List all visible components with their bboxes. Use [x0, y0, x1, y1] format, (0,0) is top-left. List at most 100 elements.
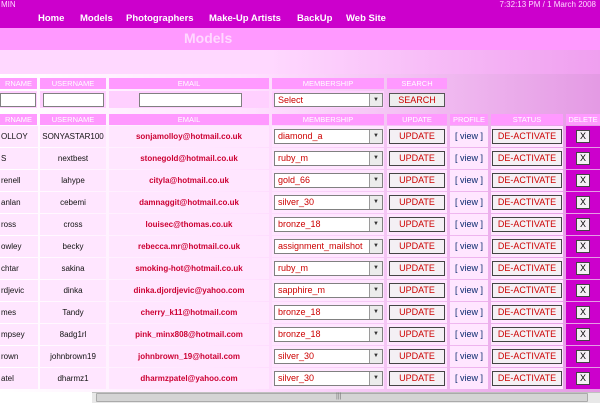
membership-select[interactable]: bronze_18 ▼ — [274, 217, 383, 232]
view-profile-link[interactable]: [ view ] — [450, 236, 488, 257]
deactivate-button[interactable]: DE-ACTIVATE — [492, 327, 562, 342]
nav-photographers[interactable]: Photographers — [126, 10, 194, 28]
update-button[interactable]: UPDATE — [389, 327, 445, 342]
deactivate-button[interactable]: DE-ACTIVATE — [492, 239, 562, 254]
update-button[interactable]: UPDATE — [389, 283, 445, 298]
view-profile-link[interactable]: [ view ] — [450, 280, 488, 301]
delete-button[interactable]: X — [576, 218, 590, 231]
cell-username: 8adg1rl — [40, 324, 106, 345]
cell-rname: mpsey — [0, 324, 38, 345]
update-button[interactable]: UPDATE — [389, 239, 445, 254]
header-update: UPDATE — [387, 114, 447, 125]
deactivate-button[interactable]: DE-ACTIVATE — [492, 371, 562, 386]
header-delete: DELETE — [566, 114, 600, 125]
view-profile-link[interactable]: [ view ] — [450, 192, 488, 213]
deactivate-button[interactable]: DE-ACTIVATE — [492, 173, 562, 188]
delete-button[interactable]: X — [576, 196, 590, 209]
membership-value: ruby_m — [278, 153, 309, 163]
deactivate-button[interactable]: DE-ACTIVATE — [492, 129, 562, 144]
membership-value: ruby_m — [278, 263, 309, 273]
cell-username: lahype — [40, 170, 106, 191]
delete-button[interactable]: X — [576, 372, 590, 385]
chevron-down-icon: ▼ — [369, 196, 382, 209]
nav-make-up-artists[interactable]: Make-Up Artists — [209, 10, 281, 28]
view-profile-link[interactable]: [ view ] — [450, 324, 488, 345]
chevron-down-icon: ▼ — [369, 94, 382, 106]
update-button[interactable]: UPDATE — [389, 371, 445, 386]
update-button[interactable]: UPDATE — [389, 217, 445, 232]
grip-icon: ||| — [336, 393, 342, 400]
deactivate-button[interactable]: DE-ACTIVATE — [492, 349, 562, 364]
delete-button[interactable]: X — [576, 174, 590, 187]
view-profile-link[interactable]: [ view ] — [450, 346, 488, 367]
nav-models[interactable]: Models — [80, 10, 113, 28]
delete-button[interactable]: X — [576, 328, 590, 341]
deactivate-button[interactable]: DE-ACTIVATE — [492, 305, 562, 320]
view-profile-link[interactable]: [ view ] — [450, 368, 488, 389]
cell-rname: mes — [0, 302, 38, 323]
cell-username: Tandy — [40, 302, 106, 323]
membership-select[interactable]: sapphire_m ▼ — [274, 283, 383, 298]
deactivate-button[interactable]: DE-ACTIVATE — [492, 283, 562, 298]
update-button[interactable]: UPDATE — [389, 129, 445, 144]
delete-button[interactable]: X — [576, 240, 590, 253]
cell-email: cityla@hotmail.co.uk — [109, 170, 269, 191]
membership-value: silver_30 — [278, 373, 315, 383]
nav-home[interactable]: Home — [38, 10, 64, 28]
chevron-down-icon: ▼ — [369, 328, 382, 341]
deactivate-button[interactable]: DE-ACTIVATE — [492, 151, 562, 166]
view-profile-link[interactable]: [ view ] — [450, 258, 488, 279]
username-filter-input[interactable] — [43, 93, 104, 107]
membership-select[interactable]: gold_66 ▼ — [274, 173, 383, 188]
delete-button[interactable]: X — [576, 306, 590, 319]
email-filter-input[interactable] — [139, 93, 242, 107]
cell-email: johnbrown_19@hotail.com — [109, 346, 269, 367]
delete-button[interactable]: X — [576, 130, 590, 143]
update-button[interactable]: UPDATE — [389, 151, 445, 166]
nav-web-site[interactable]: Web Site — [346, 10, 386, 28]
delete-button[interactable]: X — [576, 152, 590, 165]
cell-username: dinka — [40, 280, 106, 301]
update-button[interactable]: UPDATE — [389, 173, 445, 188]
rname-filter-input[interactable] — [0, 93, 36, 107]
membership-filter-value: Select — [278, 95, 304, 105]
nav-backup[interactable]: BackUp — [297, 10, 332, 28]
membership-value: bronze_18 — [278, 307, 321, 317]
cell-email: dharmzpatel@yahoo.com — [109, 368, 269, 389]
deactivate-button[interactable]: DE-ACTIVATE — [492, 195, 562, 210]
filter-header-email: EMAIL — [109, 78, 269, 89]
chevron-down-icon: ▼ — [369, 372, 382, 385]
cell-rname: renell — [0, 170, 38, 191]
membership-select[interactable]: silver_30 ▼ — [274, 195, 383, 210]
chevron-down-icon: ▼ — [369, 350, 382, 363]
view-profile-link[interactable]: [ view ] — [450, 148, 488, 169]
update-button[interactable]: UPDATE — [389, 195, 445, 210]
membership-filter-select[interactable]: Select ▼ — [274, 93, 383, 107]
view-profile-link[interactable]: [ view ] — [450, 214, 488, 235]
membership-select[interactable]: ruby_m ▼ — [274, 151, 383, 166]
scrollbar-thumb[interactable] — [96, 393, 588, 402]
header-email: EMAIL — [109, 114, 269, 125]
membership-select[interactable]: bronze_18 ▼ — [274, 305, 383, 320]
deactivate-button[interactable]: DE-ACTIVATE — [492, 261, 562, 276]
filter-header-username: USERNAME — [40, 78, 106, 89]
membership-select[interactable]: ruby_m ▼ — [274, 261, 383, 276]
update-button[interactable]: UPDATE — [389, 305, 445, 320]
delete-button[interactable]: X — [576, 350, 590, 363]
view-profile-link[interactable]: [ view ] — [450, 170, 488, 191]
membership-select[interactable]: silver_30 ▼ — [274, 371, 383, 386]
deactivate-button[interactable]: DE-ACTIVATE — [492, 217, 562, 232]
membership-select[interactable]: diamond_a ▼ — [274, 129, 383, 144]
delete-button[interactable]: X — [576, 284, 590, 297]
membership-select[interactable]: bronze_18 ▼ — [274, 327, 383, 342]
search-button[interactable]: SEARCH — [389, 93, 445, 107]
update-button[interactable]: UPDATE — [389, 349, 445, 364]
delete-button[interactable]: X — [576, 262, 590, 275]
chevron-down-icon: ▼ — [369, 174, 382, 187]
view-profile-link[interactable]: [ view ] — [450, 302, 488, 323]
membership-value: silver_30 — [278, 351, 315, 361]
update-button[interactable]: UPDATE — [389, 261, 445, 276]
membership-select[interactable]: assignment_mailshot ▼ — [274, 239, 383, 254]
membership-select[interactable]: silver_30 ▼ — [274, 349, 383, 364]
view-profile-link[interactable]: [ view ] — [450, 126, 488, 147]
